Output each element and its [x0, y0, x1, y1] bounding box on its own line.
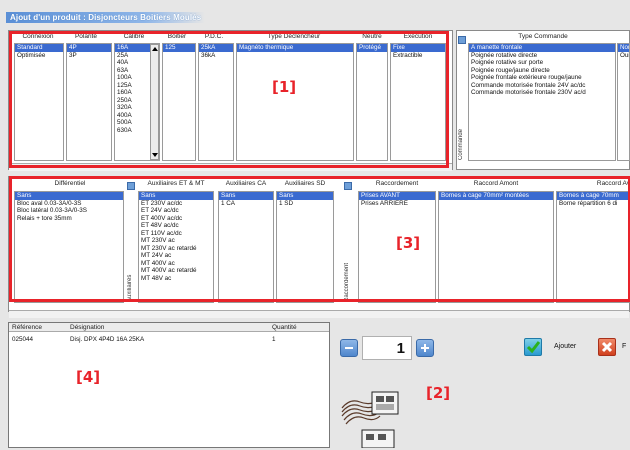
callout-label-3: [3]: [396, 234, 421, 252]
list-item[interactable]: Poignée rouge/jaune directe: [469, 67, 615, 75]
callout-box-1: [9, 31, 449, 168]
row-quantite: 1: [272, 336, 276, 343]
list-item[interactable]: A manette frontale: [469, 44, 615, 52]
list-item[interactable]: Poignée rotative sur porte: [469, 59, 615, 67]
header-type-commande: Type Commande: [518, 33, 568, 40]
header-designation: Désignation: [70, 324, 105, 331]
list-item[interactable]: Poignée rotative directe: [469, 52, 615, 60]
row-reference: 025044: [12, 336, 34, 343]
plus-button[interactable]: [416, 339, 434, 357]
callout-label-1: [1]: [272, 78, 297, 96]
list-item[interactable]: Commande motorisée frontale 230V ac/d: [469, 89, 615, 97]
table-row[interactable]: 025044 Disj. DPX 4P4D 16A 25KA 1: [9, 335, 329, 344]
list-item[interactable]: Commande motorisée frontale 24V ac/dc: [469, 82, 615, 90]
add-button[interactable]: Ajouter: [524, 338, 594, 358]
list-item[interactable]: Poignée frontale extérieure rouge/jaune: [469, 74, 615, 82]
window-title: Ajout d'un produit : Disjoncteurs Boitie…: [6, 12, 206, 23]
commande-side-label: Commande: [458, 128, 464, 160]
middle-horizontal-scrollbar[interactable]: [9, 310, 629, 318]
list-item[interactable]: Oui: [618, 52, 629, 60]
minus-icon: [345, 347, 353, 349]
title-bar: Ajout d'un produit : Disjoncteurs Boitie…: [0, 0, 630, 30]
header-reference: Référence: [12, 324, 42, 331]
commande-toggle-icon[interactable]: [458, 36, 466, 44]
add-button-label: Ajouter: [554, 343, 577, 350]
minus-button[interactable]: [340, 339, 358, 357]
callout-label-2: [2]: [426, 384, 451, 402]
quantity-input[interactable]: 1: [362, 336, 412, 360]
list-commande-extra[interactable]: Non Oui: [617, 43, 630, 161]
list-type-commande[interactable]: A manette frontale Poignée rotative dire…: [468, 43, 616, 161]
callout-box-3: [9, 176, 630, 302]
close-button[interactable]: F: [596, 338, 630, 358]
close-button-label: F: [622, 343, 627, 350]
close-icon: [598, 338, 616, 356]
row-designation: Disj. DPX 4P4D 16A 25KA: [70, 336, 145, 343]
header-quantite: Quantité: [272, 324, 297, 331]
callout-label-4: [4]: [76, 368, 101, 386]
product-image: [340, 378, 420, 449]
checkmark-icon: [524, 338, 542, 356]
list-item[interactable]: Non: [618, 44, 629, 52]
quantity-value: 1: [396, 340, 405, 357]
